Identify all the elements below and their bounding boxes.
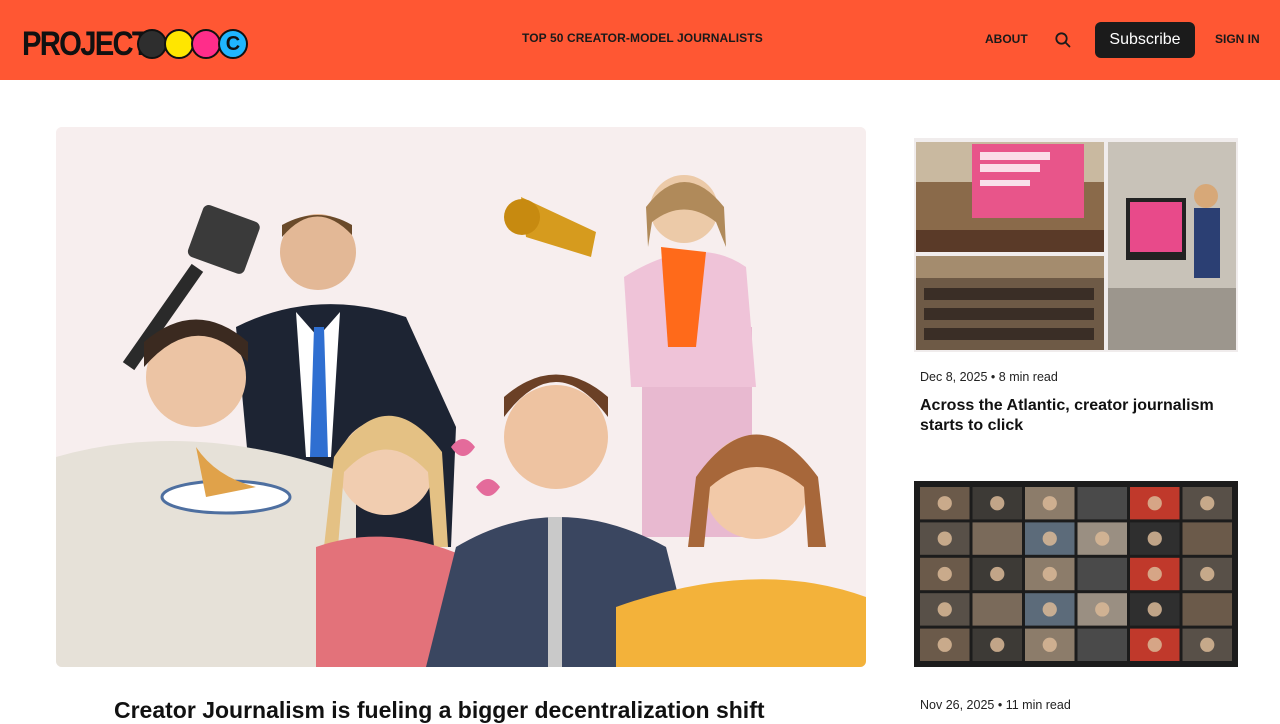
nav-about-link[interactable]: ABOUT <box>985 32 1028 46</box>
nav-top50-link[interactable]: TOP 50 CREATOR-MODEL JOURNALISTS <box>522 31 763 45</box>
participant-face <box>1042 602 1057 617</box>
participant-face <box>1042 566 1057 582</box>
meta-separator: • <box>997 698 1006 712</box>
participant-face <box>1147 531 1162 546</box>
participant-face <box>1200 496 1215 511</box>
video-call-grid <box>914 481 1238 667</box>
participant-face <box>990 566 1005 582</box>
participant-face <box>1042 531 1057 546</box>
logo-text: PROJECT <box>22 25 150 63</box>
logo-dots: C <box>137 29 248 59</box>
logo-dot-pink <box>191 29 221 59</box>
participant-face <box>1147 566 1162 582</box>
meta-separator: • <box>990 370 999 384</box>
search-icon[interactable] <box>1054 31 1072 49</box>
participant-face <box>937 602 952 617</box>
hero-illustration <box>56 127 866 667</box>
card-title[interactable]: Across the Atlantic, creator journalism … <box>920 396 1230 436</box>
card-read-time: 11 min read <box>1005 698 1071 712</box>
logo-dot-yellow <box>164 29 194 59</box>
logo-dot-blue: C <box>218 29 248 59</box>
conference-photo-collage <box>914 138 1238 352</box>
participant-face <box>1095 602 1110 617</box>
card-date: Nov 26, 2025 <box>920 698 995 712</box>
participant-face <box>1200 637 1215 652</box>
participant-face <box>1147 637 1162 652</box>
participant-face <box>990 637 1005 652</box>
subscribe-button[interactable]: Subscribe <box>1095 22 1195 58</box>
participant-face <box>1147 496 1162 511</box>
card-date: Dec 8, 2025 <box>920 370 988 384</box>
site-header: PROJECT C TOP 50 CREATOR-MODEL JOURNALIS… <box>0 0 1280 80</box>
participant-face <box>1042 637 1057 652</box>
participant-face <box>1042 496 1057 511</box>
participant-face <box>1200 566 1215 582</box>
participant-face <box>1147 602 1162 617</box>
sign-in-link[interactable]: SIGN IN <box>1215 32 1260 46</box>
card-meta: Dec 8, 2025 • 8 min read <box>920 370 1058 384</box>
card-meta: Nov 26, 2025 • 11 min read <box>920 698 1071 712</box>
participant-face <box>937 566 952 582</box>
participant-face <box>937 637 952 652</box>
card-image-video-call[interactable] <box>914 481 1238 667</box>
logo[interactable]: PROJECT C <box>22 24 248 64</box>
participant-face <box>937 531 952 546</box>
participant-face <box>1095 531 1110 546</box>
card-read-time: 8 min read <box>998 370 1058 384</box>
participant-face <box>990 496 1005 511</box>
card-image-atlantic[interactable] <box>914 138 1238 352</box>
participant-face <box>937 496 952 511</box>
logo-dot-dark <box>137 29 167 59</box>
hero-image[interactable] <box>56 127 866 667</box>
